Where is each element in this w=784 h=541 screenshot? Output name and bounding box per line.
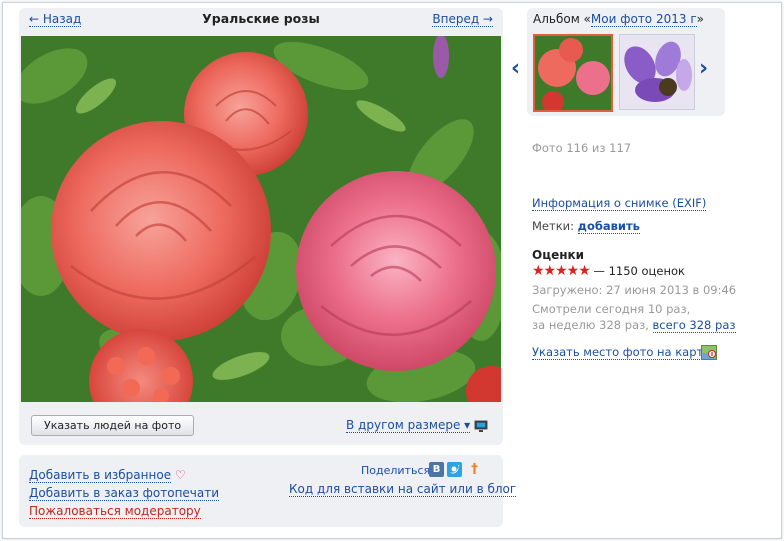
add-tag-link[interactable]: добавить [577, 219, 640, 234]
thumbnail-current[interactable] [533, 34, 613, 113]
views-week: за неделю 328 раз, всего 328 раз [532, 318, 736, 333]
add-to-print-order-text[interactable]: Добавить в заказ фотопечати [29, 486, 220, 501]
embed-code-link[interactable]: Код для вставки на сайт или в блог [289, 482, 517, 497]
main-photo[interactable] [21, 36, 501, 402]
album-link[interactable]: Мои фото 2013 г [590, 12, 697, 27]
photo-panel: ← Назад Уральские розы Вперед → Указать … [19, 8, 503, 445]
next-photo-link[interactable]: Вперед → [432, 12, 493, 27]
photo-title: Уральские розы [202, 11, 320, 26]
tags-row: Метки: добавить [532, 219, 640, 234]
embed-code-link-text[interactable]: Код для вставки на сайт или в блог [289, 482, 517, 497]
add-to-print-order[interactable]: Добавить в заказ фотопечати [29, 486, 220, 501]
report-moderator-link[interactable]: Пожаловаться модератору [29, 504, 201, 519]
tags-label: Метки: [532, 219, 574, 233]
tag-people-button[interactable]: Указать людей на фото [31, 415, 195, 436]
rating-row: ★★★★★ — 1150 оценок [532, 263, 685, 279]
add-to-favorites-text[interactable]: Добавить в избранное [29, 468, 172, 483]
views-today: Смотрели сегодня 10 раз, [532, 302, 691, 316]
heart-icon[interactable]: ♡ [175, 468, 186, 482]
rating-count: — 1150 оценок [593, 264, 685, 278]
rating-title: Оценки [532, 248, 585, 262]
exif-link[interactable]: Информация о снимке (EXIF) [532, 196, 707, 211]
upload-date: Загружено: 27 июня 2013 в 09:46 [532, 283, 737, 297]
photo-count: Фото 116 из 117 [532, 141, 632, 155]
vk-icon[interactable]: B [429, 462, 444, 477]
rating-stars[interactable]: ★★★★★ [532, 263, 591, 279]
exif-link-text[interactable]: Информация о снимке (EXIF) [532, 196, 707, 211]
thumbs-prev-arrow[interactable]: ‹ [511, 58, 520, 80]
actions-panel: Добавить в избранное ♡ Добавить в заказ … [19, 455, 517, 527]
map-location-link[interactable]: Указать место фото на карте [532, 345, 711, 360]
views-week-text: за неделю 328 раз, [532, 318, 649, 332]
other-size-link[interactable]: В другом размере ▾ [346, 418, 471, 433]
map-location-link-text[interactable]: Указать место фото на карте [532, 345, 711, 360]
monitor-icon[interactable] [474, 418, 488, 437]
album-suffix: » [696, 12, 704, 26]
share-label: Поделиться [361, 464, 431, 477]
map-pin-icon[interactable] [701, 345, 717, 364]
album-prefix: Альбом « [533, 12, 591, 26]
views-total-link[interactable]: всего 328 раз [652, 318, 736, 333]
thumbs-next-arrow[interactable]: › [699, 58, 708, 80]
album-panel: Альбом «Мои фото 2013 г» ‹ › [511, 8, 725, 116]
album-label: Альбом «Мои фото 2013 г» [533, 12, 704, 27]
twitter-icon[interactable] [447, 462, 462, 477]
add-to-favorites[interactable]: Добавить в избранное ♡ [29, 468, 186, 483]
odnoklassniki-icon[interactable]: † [467, 462, 482, 477]
thumbnail-next[interactable] [619, 34, 695, 110]
